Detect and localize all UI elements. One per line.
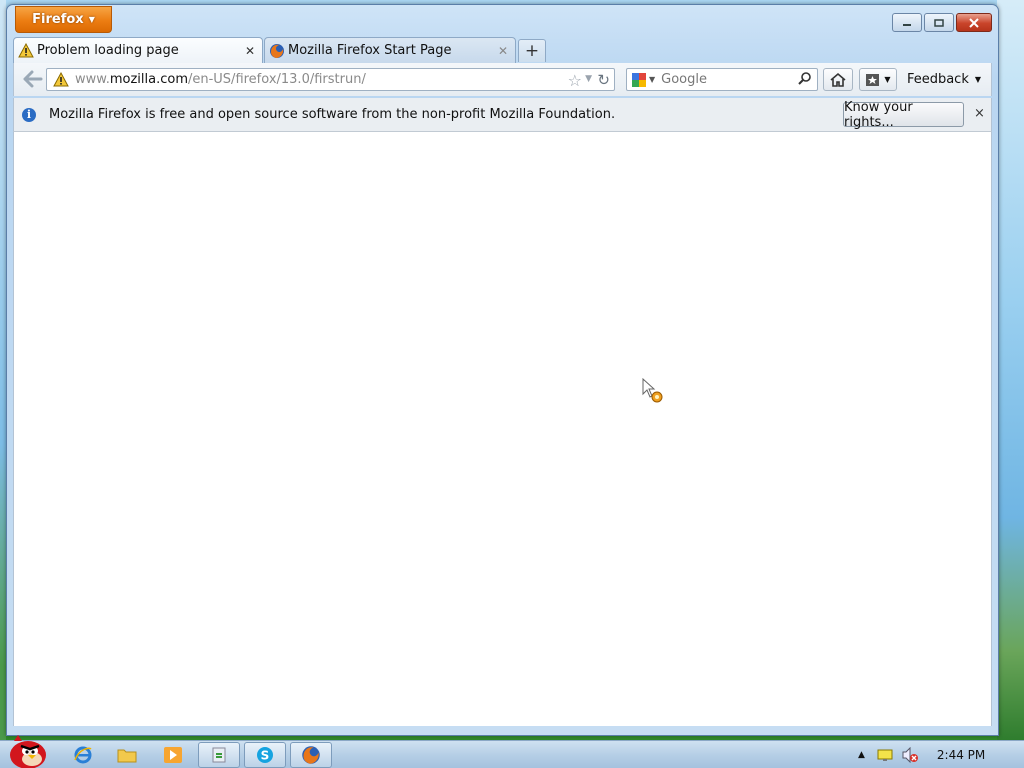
system-tray: ▲ 2:44 PM — [858, 741, 985, 768]
taskbar-app-notepad[interactable] — [198, 742, 240, 768]
tab-problem-loading[interactable]: Problem loading page ✕ — [13, 37, 263, 63]
bookmarks-icon — [866, 73, 880, 86]
firefox-icon — [302, 746, 320, 764]
recycle-app-icon — [212, 747, 226, 763]
info-icon: i — [22, 108, 36, 122]
tab-close-icon[interactable]: ✕ — [495, 44, 511, 58]
volume-muted-icon[interactable] — [901, 747, 919, 763]
bookmarks-button[interactable]: ▼ — [859, 68, 897, 91]
tab-mozilla-start-page[interactable]: Mozilla Firefox Start Page ✕ — [264, 37, 516, 63]
chevron-down-icon: ▼ — [88, 15, 95, 24]
tab-strip: Problem loading page ✕ Mozilla Firefox S… — [13, 37, 992, 63]
clock[interactable]: 2:44 PM — [937, 748, 985, 762]
bookmark-star-icon[interactable]: ☆ — [568, 71, 582, 90]
minimize-icon — [903, 23, 911, 26]
search-engine-dropdown-icon[interactable]: ▼ — [649, 75, 655, 84]
caption-buttons — [892, 13, 992, 32]
tab-label: Problem loading page — [37, 43, 179, 58]
home-icon — [830, 72, 846, 87]
taskbar: S ▲ 2:44 PM — [0, 735, 1024, 768]
know-your-rights-label: Know your rights... — [844, 99, 913, 130]
busy-cursor-icon — [642, 378, 663, 403]
search-icon[interactable] — [797, 71, 813, 87]
start-button-icon[interactable] — [2, 731, 50, 768]
firefox-icon — [270, 43, 284, 58]
url-domain: mozilla.com — [109, 72, 188, 87]
know-your-rights-button[interactable]: Know your rights... — [843, 99, 964, 130]
warning-icon — [18, 42, 34, 57]
show-hidden-icons-icon[interactable]: ▲ — [858, 750, 865, 760]
close-icon — [969, 17, 979, 28]
explorer-folder-icon[interactable] — [114, 742, 140, 768]
history-dropdown-icon[interactable]: ▼ — [585, 74, 592, 84]
chevron-down-icon: ▼ — [884, 75, 891, 84]
internet-explorer-icon[interactable] — [70, 742, 96, 768]
restore-icon — [934, 18, 944, 27]
url-path: /en-US/firefox/13.0/firstrun/ — [187, 72, 366, 87]
skype-icon: S — [257, 747, 273, 763]
action-center-icon[interactable] — [877, 748, 893, 762]
notification-message: Mozilla Firefox is free and open source … — [49, 107, 616, 122]
google-icon — [632, 72, 646, 87]
search-placeholder: Google — [661, 72, 707, 87]
media-player-icon[interactable] — [160, 742, 186, 768]
page-content[interactable] — [13, 132, 992, 726]
firefox-menu-label: Firefox — [32, 12, 84, 27]
maximize-button[interactable] — [924, 13, 954, 32]
taskbar-app-skype[interactable]: S — [244, 742, 286, 768]
url-prefix: www. — [75, 72, 110, 87]
warning-icon — [53, 71, 69, 86]
back-arrow-icon — [23, 70, 43, 88]
svg-text:S: S — [261, 749, 270, 763]
firefox-menu-button[interactable]: Firefox ▼ — [15, 6, 112, 33]
minimize-button[interactable] — [892, 13, 922, 32]
feedback-label: Feedback — [906, 72, 969, 87]
close-icon[interactable]: × — [974, 106, 985, 121]
firefox-window: Firefox ▼ Problem loading page ✕ Mozilla… — [6, 4, 999, 736]
search-box[interactable]: ▼ Google — [626, 68, 818, 91]
feedback-button[interactable]: Feedback ▼ — [902, 68, 986, 91]
tab-close-icon[interactable]: ✕ — [242, 44, 258, 58]
new-tab-button[interactable]: + — [518, 39, 546, 62]
url-bar[interactable]: www.mozilla.com/en-US/firefox/13.0/first… — [46, 68, 615, 91]
taskbar-app-firefox[interactable] — [290, 742, 332, 768]
home-button[interactable] — [823, 68, 853, 91]
tab-label: Mozilla Firefox Start Page — [288, 43, 452, 58]
url-text: www.mozilla.com/en-US/firefox/13.0/first… — [75, 72, 366, 87]
back-button[interactable] — [20, 67, 46, 91]
chevron-down-icon: ▼ — [974, 75, 982, 84]
navigation-toolbar: www.mozilla.com/en-US/firefox/13.0/first… — [13, 63, 992, 96]
close-window-button[interactable] — [956, 13, 992, 32]
reload-icon[interactable]: ↻ — [597, 71, 610, 89]
desktop-edge-right — [997, 0, 1024, 740]
plus-icon: + — [524, 41, 540, 61]
notification-bar: i Mozilla Firefox is free and open sourc… — [13, 98, 992, 132]
